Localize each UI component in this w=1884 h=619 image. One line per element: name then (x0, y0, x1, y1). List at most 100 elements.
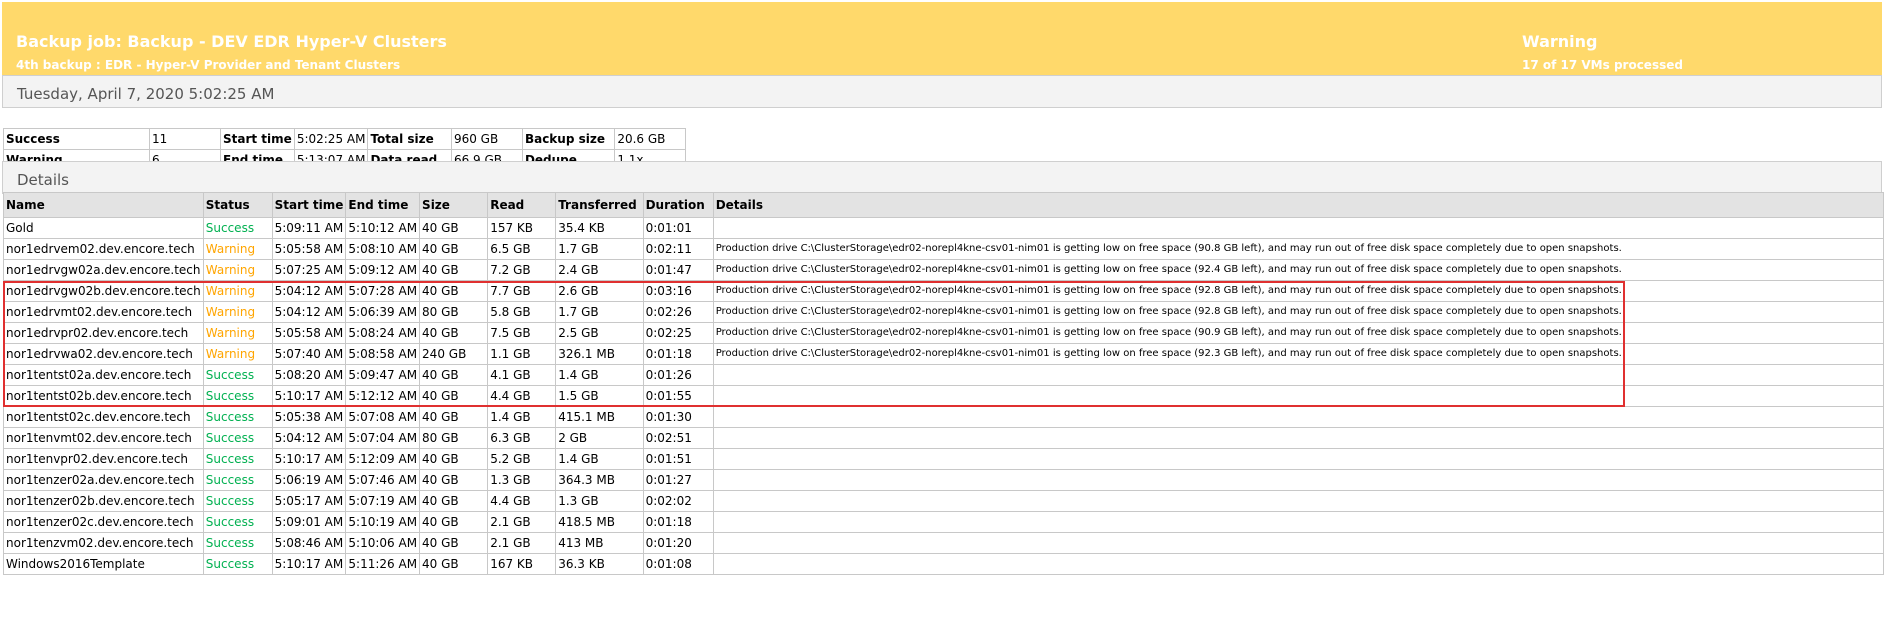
summary-label: Success (3, 128, 150, 150)
read-cell: 5.8 GB (487, 301, 557, 323)
table-row[interactable]: nor1edrvgw02a.dev.encore.tech Warning 5:07… (3, 259, 1884, 281)
column-header-name[interactable]: Name (3, 192, 204, 218)
status-cell: Warning (202, 259, 273, 281)
table-row[interactable]: nor1edrvwa02.dev.encore.tech Warning 5:07:… (3, 343, 1884, 365)
table-row[interactable]: nor1edrvmt02.dev.encore.tech Warning 5:04:… (3, 301, 1884, 323)
table-row[interactable]: Windows2016Template Success 5:10:17 AM 5:11… (3, 553, 1884, 575)
session-date-band: Tuesday, April 7, 2020 5:02:25 AM (2, 75, 1882, 108)
column-header-status[interactable]: Status (202, 192, 273, 218)
transferred-cell: 35.4 KB (555, 217, 644, 239)
table-row[interactable]: nor1tenzer02a.dev.encore.tech Success 5:06… (3, 469, 1884, 491)
details-cell: Production drive C:\ClusterStorage\edr02… (712, 301, 1884, 323)
transferred-cell: 36.3 KB (555, 553, 644, 575)
end-time-cell: 5:08:10 AM (345, 238, 421, 260)
table-row[interactable]: nor1tenzer02c.dev.encore.tech Success 5:09… (3, 511, 1884, 533)
read-cell: 1.1 GB (487, 343, 557, 365)
transferred-cell: 2 GB (555, 427, 644, 449)
size-cell: 240 GB (419, 343, 489, 365)
end-time-cell: 5:10:06 AM (345, 532, 421, 554)
read-cell: 4.1 GB (487, 364, 557, 386)
job-title: Backup job: Backup - DEV EDR Hyper-V Clu… (16, 32, 447, 51)
column-header-details[interactable]: Details (712, 192, 1884, 218)
start-time-cell: 5:04:12 AM (271, 427, 347, 449)
details-cell (712, 469, 1884, 491)
size-cell: 40 GB (419, 532, 489, 554)
start-time-cell: 5:04:12 AM (271, 301, 347, 323)
table-row[interactable]: nor1tentst02c.dev.encore.tech Success 5:05… (3, 406, 1884, 428)
summary-row: Success 11 Start time 5:02:25 AM Total size 9… (3, 128, 687, 150)
status-cell: Warning (202, 280, 273, 302)
table-row[interactable]: nor1tenzer02b.dev.encore.tech Success 5:05… (3, 490, 1884, 512)
size-cell: 40 GB (419, 364, 489, 386)
duration-cell: 0:02:25 (642, 322, 714, 344)
transferred-cell: 415.1 MB (555, 406, 644, 428)
details-cell: Production drive C:\ClusterStorage\edr02… (712, 238, 1884, 260)
start-time-cell: 5:05:58 AM (271, 322, 347, 344)
read-cell: 7.2 GB (487, 259, 557, 281)
table-row[interactable]: nor1edrvpr02.dev.encore.tech Warning 5:05:… (3, 322, 1884, 344)
size-cell: 40 GB (419, 469, 489, 491)
size-cell: 40 GB (419, 238, 489, 260)
vm-name-cell: nor1edrvgw02b.dev.encore.tech (3, 280, 204, 302)
end-time-cell: 5:10:12 AM (345, 217, 421, 239)
duration-cell: 0:02:11 (642, 238, 714, 260)
transferred-cell: 1.4 GB (555, 448, 644, 470)
read-cell: 157 KB (487, 217, 557, 239)
details-heading-band: Details (2, 161, 1882, 194)
vm-name-cell: nor1tentst02a.dev.encore.tech (3, 364, 204, 386)
column-header-size[interactable]: Size (419, 192, 489, 218)
table-row[interactable]: nor1tenvmt02.dev.encore.tech Success 5:04:… (3, 427, 1884, 449)
duration-cell: 0:03:16 (642, 280, 714, 302)
column-header-transferred[interactable]: Transferred (555, 192, 644, 218)
end-time-cell: 5:07:46 AM (345, 469, 421, 491)
summary-value: 20.6 GB (614, 128, 687, 150)
read-cell: 7.5 GB (487, 322, 557, 344)
details-cell (712, 217, 1884, 239)
summary-value: 11 (149, 128, 221, 150)
duration-cell: 0:01:47 (642, 259, 714, 281)
summary-label: Backup size (521, 128, 616, 150)
vm-name-cell: nor1tenzer02b.dev.encore.tech (3, 490, 204, 512)
vm-name-cell: nor1edrvwa02.dev.encore.tech (3, 343, 204, 365)
end-time-cell: 5:11:26 AM (345, 553, 421, 575)
column-header-duration[interactable]: Duration (642, 192, 714, 218)
status-cell: Success (202, 490, 273, 512)
details-cell (712, 385, 1884, 407)
status-cell: Warning (202, 322, 273, 344)
end-time-cell: 5:09:12 AM (345, 259, 421, 281)
table-row[interactable]: nor1tenzvm02.dev.encore.tech Success 5:08:… (3, 532, 1884, 554)
duration-cell: 0:01:51 (642, 448, 714, 470)
column-header-end-time[interactable]: End time (345, 192, 421, 218)
details-cell (712, 427, 1884, 449)
table-row[interactable]: nor1edrvem02.dev.encore.tech Warning 5:05:… (3, 238, 1884, 260)
table-row[interactable]: Gold Success 5:09:11 AM 5:10:12 AM 40 GB 157 … (3, 217, 1884, 239)
column-header-start-time[interactable]: Start time (271, 192, 347, 218)
start-time-cell: 5:10:17 AM (271, 448, 347, 470)
table-row[interactable]: nor1tentst02b.dev.encore.tech Success 5:10… (3, 385, 1884, 407)
summary-label: Start time (220, 128, 295, 150)
status-cell: Success (202, 469, 273, 491)
details-cell (712, 553, 1884, 575)
duration-cell: 0:01:18 (642, 343, 714, 365)
table-row[interactable]: nor1tenvpr02.dev.encore.tech Success 5:10:… (3, 448, 1884, 470)
end-time-cell: 5:07:28 AM (345, 280, 421, 302)
job-subtitle: 4th backup : EDR - Hyper-V Provider and … (16, 58, 401, 72)
size-cell: 80 GB (419, 427, 489, 449)
start-time-cell: 5:09:11 AM (271, 217, 347, 239)
column-header-read[interactable]: Read (487, 192, 557, 218)
summary-label: Total size (367, 128, 452, 150)
start-time-cell: 5:05:38 AM (271, 406, 347, 428)
status-cell: Success (202, 217, 273, 239)
size-cell: 40 GB (419, 259, 489, 281)
start-time-cell: 5:07:25 AM (271, 259, 347, 281)
details-cell: Production drive C:\ClusterStorage\edr02… (712, 259, 1884, 281)
size-cell: 40 GB (419, 385, 489, 407)
transferred-cell: 1.7 GB (555, 301, 644, 323)
read-cell: 7.7 GB (487, 280, 557, 302)
end-time-cell: 5:06:39 AM (345, 301, 421, 323)
end-time-cell: 5:07:08 AM (345, 406, 421, 428)
table-row[interactable]: nor1tentst02a.dev.encore.tech Success 5:08… (3, 364, 1884, 386)
size-cell: 40 GB (419, 448, 489, 470)
size-cell: 40 GB (419, 553, 489, 575)
table-row[interactable]: nor1edrvgw02b.dev.encore.tech Warning 5:04… (3, 280, 1884, 302)
